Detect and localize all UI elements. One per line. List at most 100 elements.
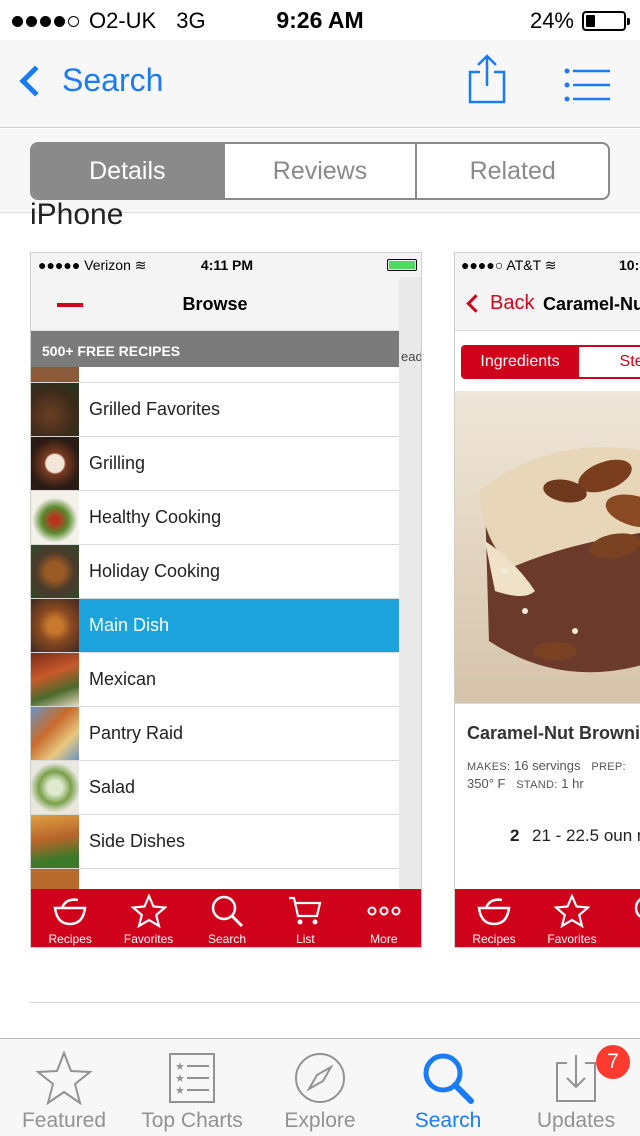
chevron-left-icon xyxy=(466,294,485,313)
screenshot-tab-label: Recipes xyxy=(472,932,516,946)
category-label: Mexican xyxy=(89,669,157,689)
tab-updates[interactable]: Updates 7 xyxy=(512,1039,640,1136)
screenshot-segment-ingredients: Ingredients xyxy=(463,347,579,377)
tab-explore[interactable]: Explore xyxy=(256,1039,384,1136)
screenshot-nav-bar: Browse xyxy=(31,277,399,331)
more-icon xyxy=(367,906,401,916)
tab-search[interactable]: Search xyxy=(384,1039,512,1136)
screenshot-tab-bar: Recipes Favorites Se xyxy=(455,889,640,947)
battery-percent: 24% xyxy=(529,8,574,33)
recipe-time: 350° F STAND: 1 hr xyxy=(467,776,584,791)
app-store-tab-bar: Featured ★ ★ ★ Top Charts Explore Search U… xyxy=(0,1038,640,1136)
category-label: Grilled Favorites xyxy=(89,399,221,419)
screenshot-title: Browse xyxy=(182,294,248,314)
tab-label: Search xyxy=(414,1109,482,1132)
tab-label: Top Charts xyxy=(141,1109,243,1132)
list-item: Grilled Favorites xyxy=(31,383,399,437)
screenshot-title: Caramel-Nu xyxy=(543,294,640,314)
recipe-yield: MAKES: 16 servings PREP: xyxy=(467,758,626,773)
star-icon xyxy=(35,1050,93,1106)
star-icon xyxy=(554,894,590,928)
screenshot-status-bar: ●●●●○ AT&T ≋ 10:5 xyxy=(455,253,640,277)
screenshot-back-label: Back xyxy=(490,292,535,314)
search-icon xyxy=(423,1053,474,1104)
category-label: Grilling xyxy=(89,453,146,473)
category-label: Holiday Cooking xyxy=(89,561,221,581)
list-item: Pantry Raid xyxy=(31,707,399,761)
screenshot-nav-bar: Back Caramel-Nu xyxy=(455,277,640,331)
screenshot-tab-label: Favorites xyxy=(123,932,174,946)
food-thumbnail xyxy=(31,491,79,544)
screenshot-time: 4:11 PM xyxy=(200,257,254,273)
list-item: Grilling xyxy=(31,437,399,491)
divider xyxy=(455,703,640,704)
tab-featured[interactable]: Featured xyxy=(0,1039,128,1136)
share-icon[interactable] xyxy=(466,54,508,104)
screenshot-tab-more: More xyxy=(345,889,421,947)
screenshot-tab-label: List xyxy=(296,932,315,946)
tab-label: Explore xyxy=(284,1109,356,1132)
svg-text:★: ★ xyxy=(175,1084,185,1097)
list-item xyxy=(31,367,399,383)
category-label: Healthy Cooking xyxy=(89,507,222,527)
search-icon xyxy=(634,897,640,919)
ingredient-quantity: 2 xyxy=(510,826,520,845)
navigation-bar: Search xyxy=(0,40,640,128)
food-thumbnail xyxy=(31,599,79,652)
battery-indicator: 24% xyxy=(529,8,630,34)
chevron-left-icon xyxy=(19,64,51,97)
screenshot-tab-bar: Recipes Favorites Search List More xyxy=(31,889,421,947)
food-thumbnail xyxy=(31,761,79,814)
peek-text: ead xyxy=(401,349,422,364)
status-bar: O2-UK 3G 9:26 AM 24% xyxy=(0,0,640,40)
tab-label: Updates xyxy=(536,1109,616,1132)
compass-icon xyxy=(295,1053,345,1103)
category-label: Salad xyxy=(89,777,136,797)
star-icon xyxy=(130,894,167,928)
food-thumbnail xyxy=(31,437,79,490)
section-divider xyxy=(30,1002,640,1003)
list-item-selected: Main Dish xyxy=(31,599,399,653)
recipe-name: Caramel-Nut Brownie xyxy=(467,723,640,743)
list-item: Healthy Cooking xyxy=(31,491,399,545)
segment-related[interactable]: Related xyxy=(417,144,608,198)
category-label: Pantry Raid xyxy=(89,723,184,743)
screenshot-segment-steps: Step xyxy=(579,347,640,377)
screenshot-status-bar: ●●●●● Verizon ≋ 4:11 PM xyxy=(31,253,421,277)
screenshot-tab-label: More xyxy=(370,932,398,946)
bowl-icon xyxy=(53,898,87,926)
screenshot-tab-search: Search xyxy=(188,889,266,947)
screenshot-back-button: Back xyxy=(465,292,534,315)
search-icon xyxy=(211,895,244,928)
screenshot-battery-icon xyxy=(387,259,417,271)
list-icon: ★★★ xyxy=(169,1053,215,1103)
segmented-control: Details Reviews Related xyxy=(30,142,610,200)
list-item: Salad xyxy=(31,761,399,815)
app-screenshot-1[interactable]: ●●●●● Verizon ≋ 4:11 PM Browse ead 500+ … xyxy=(30,252,422,948)
screenshot-tab-label: Recipes xyxy=(48,932,92,946)
back-button[interactable]: Search xyxy=(14,62,163,99)
screenshot-tab-list: List xyxy=(266,889,344,947)
screenshot-tab-favorites: Favorites xyxy=(109,889,187,947)
app-screenshot-2[interactable]: ●●●●○ AT&T ≋ 10:5 Back Caramel-Nu Ingred… xyxy=(454,252,640,948)
food-thumbnail xyxy=(31,815,79,868)
screenshot-tab-favorites: Favorites xyxy=(533,889,611,947)
tab-top-charts[interactable]: ★ ★ ★ Top Charts xyxy=(128,1039,256,1136)
brownie-photo xyxy=(455,391,640,703)
list-menu-icon[interactable] xyxy=(564,68,610,102)
segment-reviews[interactable]: Reviews xyxy=(225,144,418,198)
screenshot-tab-recipes: Recipes xyxy=(455,889,533,947)
screenshot-segmented-control: Ingredients Step xyxy=(461,345,640,379)
recipes-header: 500+ FREE RECIPES xyxy=(31,331,399,367)
food-thumbnail xyxy=(31,869,79,889)
segment-details[interactable]: Details xyxy=(32,144,225,198)
screenshot-time: 10:5 xyxy=(619,257,640,273)
updates-badge: 7 xyxy=(596,1045,630,1079)
bowl-icon xyxy=(477,898,511,926)
food-thumbnail xyxy=(31,545,79,598)
screenshot-tab-recipes: Recipes xyxy=(31,889,109,947)
ingredient-text: 21 - 22.5 oun mix xyxy=(532,826,640,845)
section-heading-cut: iPhone xyxy=(30,200,124,226)
tab-label: Featured xyxy=(21,1109,107,1132)
screenshot-carrier: ●●●●○ AT&T ≋ xyxy=(461,257,557,273)
